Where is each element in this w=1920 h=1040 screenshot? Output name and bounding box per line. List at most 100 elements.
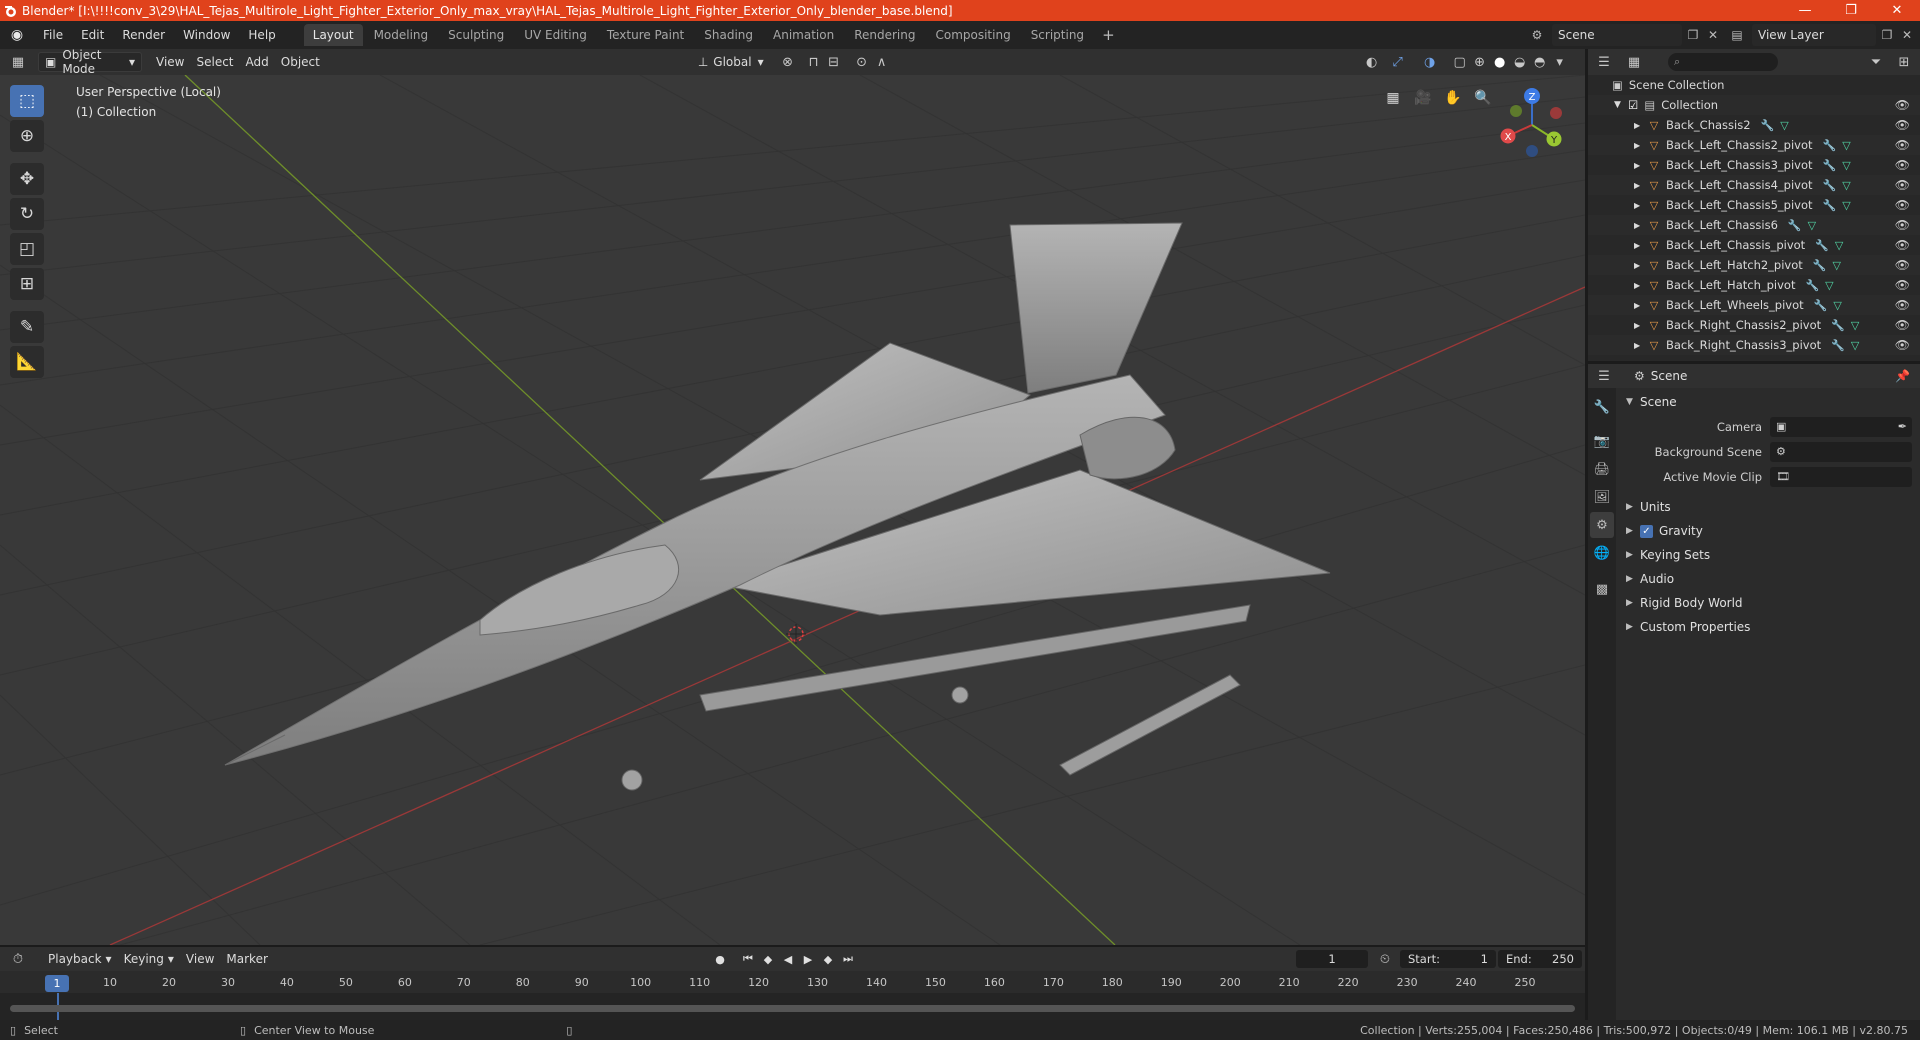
expand-arrow-icon[interactable]: ▶ [1634, 301, 1646, 310]
modifier-icon[interactable]: 🔧 [1831, 339, 1845, 352]
eye-icon[interactable]: 👁 [1895, 258, 1910, 272]
mesh-data-icon[interactable]: ▽ [1825, 279, 1833, 292]
expand-arrow-icon[interactable]: ▶ [1634, 261, 1646, 270]
tab-modeling[interactable]: Modeling [365, 24, 438, 46]
overlay-toggle-icon[interactable]: ◑ [1420, 52, 1440, 72]
camera-field[interactable]: ▣ ✒ [1770, 416, 1912, 437]
record-icon[interactable]: ● [710, 950, 730, 968]
falloff-icon[interactable]: ∧ [872, 52, 892, 72]
minimize-button[interactable]: — [1782, 0, 1828, 21]
shading-options-icon[interactable]: ▾ [1550, 52, 1570, 72]
modifier-icon[interactable]: 🔧 [1814, 299, 1828, 312]
wireframe-shading-icon[interactable]: ⊕ [1470, 52, 1490, 72]
current-frame-field[interactable]: 1 [1296, 950, 1368, 968]
tab-rendering[interactable]: Rendering [845, 24, 924, 46]
menu-timeline-view[interactable]: View [180, 949, 220, 969]
tab-layout[interactable]: Layout [303, 24, 363, 46]
annotate-tool-icon[interactable]: ✎ [10, 311, 44, 343]
prev-keyframe-icon[interactable]: ◆ [758, 950, 778, 968]
eye-icon[interactable]: 👁 [1895, 338, 1910, 352]
next-keyframe-icon[interactable]: ◆ [818, 950, 838, 968]
modifier-icon[interactable]: 🔧 [1823, 159, 1837, 172]
outliner-object-row[interactable]: ▶ ▽ Back_Left_Wheels_pivot 🔧 ▽ 👁 [1588, 295, 1920, 315]
expand-arrow-icon[interactable]: ▼ [1614, 100, 1628, 110]
camera-view-icon[interactable]: 🎥 [1410, 85, 1436, 111]
custom-properties-panel[interactable]: ▶ Custom Properties [1622, 615, 1920, 639]
modifier-icon[interactable]: 🔧 [1805, 279, 1819, 292]
gravity-panel[interactable]: ▶ ✓ Gravity [1622, 519, 1920, 543]
outliner-object-row[interactable]: ▶ ▽ Back_Right_Chassis3_pivot 🔧 ▽ 👁 [1588, 335, 1920, 355]
snap-target-icon[interactable]: ⊟ [824, 52, 844, 72]
rotate-tool-icon[interactable]: ↻ [10, 198, 44, 230]
stopwatch-icon[interactable]: ⏲ [1375, 949, 1395, 969]
pan-view-icon[interactable]: ✋ [1440, 85, 1466, 111]
expand-arrow-icon[interactable]: ▶ [1634, 121, 1646, 130]
modifier-icon[interactable]: 🔧 [1788, 219, 1802, 232]
outliner-object-row[interactable]: ▶ ▽ Back_Left_Chassis3_pivot 🔧 ▽ 👁 [1588, 155, 1920, 175]
eye-icon[interactable]: 👁 [1895, 198, 1910, 212]
tool-tab-icon[interactable]: 🔧 [1590, 394, 1614, 420]
expand-arrow-icon[interactable]: ▶ [1634, 201, 1646, 210]
display-mode-icon[interactable]: ▦ [1624, 52, 1644, 72]
scene-section-header[interactable]: ▼ Scene [1622, 390, 1920, 414]
outliner-search-input[interactable]: ⌕ [1668, 53, 1778, 71]
menu-playback[interactable]: Playback ▾ [42, 949, 118, 969]
toggle-grid-icon[interactable]: ▦ [1380, 85, 1406, 111]
modifier-icon[interactable]: 🔧 [1813, 259, 1827, 272]
active-movie-clip-field[interactable]: 🎞 [1770, 466, 1912, 487]
modifier-icon[interactable]: 🔧 [1823, 179, 1837, 192]
mesh-data-icon[interactable]: ▽ [1842, 159, 1850, 172]
3d-viewport[interactable]: User Perspective (Local) (1) Collection … [0, 75, 1585, 945]
eye-icon[interactable]: 👁 [1895, 158, 1910, 172]
menu-file[interactable]: File [34, 21, 72, 49]
mesh-data-icon[interactable]: ▽ [1833, 259, 1841, 272]
end-frame-field[interactable]: End: 250 [1498, 950, 1582, 968]
modifier-icon[interactable]: 🔧 [1815, 239, 1829, 252]
play-icon[interactable]: ▶ [798, 950, 818, 968]
tab-scripting[interactable]: Scripting [1022, 24, 1093, 46]
menu-help[interactable]: Help [239, 21, 284, 49]
menu-edit[interactable]: Edit [72, 21, 113, 49]
maximize-button[interactable]: ❐ [1828, 0, 1874, 21]
eye-icon[interactable]: 👁 [1895, 138, 1910, 152]
jump-start-icon[interactable]: ⏮ [738, 950, 758, 968]
mode-dropdown[interactable]: ▣ Object Mode ▾ [38, 48, 142, 76]
mesh-data-icon[interactable]: ▽ [1780, 119, 1788, 132]
mesh-data-icon[interactable]: ▽ [1833, 299, 1841, 312]
checkbox-icon[interactable]: ☑ [1628, 98, 1638, 112]
outliner-object-row[interactable]: ▶ ▽ Back_Left_Hatch2_pivot 🔧 ▽ 👁 [1588, 255, 1920, 275]
texture-tab-icon[interactable]: ▩ [1590, 576, 1614, 602]
mesh-data-icon[interactable]: ▽ [1808, 219, 1816, 232]
outliner-object-row[interactable]: ▶ ▽ Back_Left_Chassis2_pivot 🔧 ▽ 👁 [1588, 135, 1920, 155]
play-reverse-icon[interactable]: ◀ [778, 950, 798, 968]
cursor-tool-icon[interactable]: ⊕ [10, 120, 44, 152]
gizmo-toggle-icon[interactable]: ⤢ [1388, 52, 1408, 72]
background-scene-field[interactable]: ⚙ [1770, 441, 1912, 462]
xray-icon[interactable]: ▢ [1450, 52, 1470, 72]
expand-arrow-icon[interactable]: ▶ [1634, 321, 1646, 330]
outliner-object-row[interactable]: ▶ ▽ Back_Left_Hatch_pivot 🔧 ▽ 👁 [1588, 275, 1920, 295]
menu-window[interactable]: Window [174, 21, 239, 49]
move-tool-icon[interactable]: ✥ [10, 163, 44, 195]
modifier-icon[interactable]: 🔧 [1761, 119, 1775, 132]
blender-menu-icon[interactable]: ◉ [0, 27, 34, 43]
outliner-object-row[interactable]: ▶ ▽ Back_Right_Chassis2_pivot 🔧 ▽ 👁 [1588, 315, 1920, 335]
material-shading-icon[interactable]: ◒ [1510, 52, 1530, 72]
modifier-icon[interactable]: 🔧 [1823, 199, 1837, 212]
gravity-checkbox[interactable]: ✓ [1640, 524, 1653, 538]
new-scene-icon[interactable]: ❐ [1682, 24, 1704, 46]
eye-icon[interactable]: 👁 [1895, 298, 1910, 312]
mesh-data-icon[interactable]: ▽ [1851, 319, 1859, 332]
expand-arrow-icon[interactable]: ▶ [1634, 281, 1646, 290]
expand-arrow-icon[interactable]: ▶ [1634, 241, 1646, 250]
close-button[interactable]: ✕ [1874, 0, 1920, 21]
delete-view-layer-icon[interactable]: ✕ [1896, 24, 1918, 46]
select-box-tool-icon[interactable]: ⬚ [10, 85, 44, 117]
modifier-icon[interactable]: 🔧 [1831, 319, 1845, 332]
expand-arrow-icon[interactable]: ▶ [1634, 341, 1646, 350]
menu-marker[interactable]: Marker [220, 949, 273, 969]
mesh-data-icon[interactable]: ▽ [1842, 179, 1850, 192]
scene-field[interactable]: Scene [1552, 24, 1682, 46]
menu-object[interactable]: Object [275, 52, 326, 72]
new-view-layer-icon[interactable]: ❐ [1876, 24, 1898, 46]
